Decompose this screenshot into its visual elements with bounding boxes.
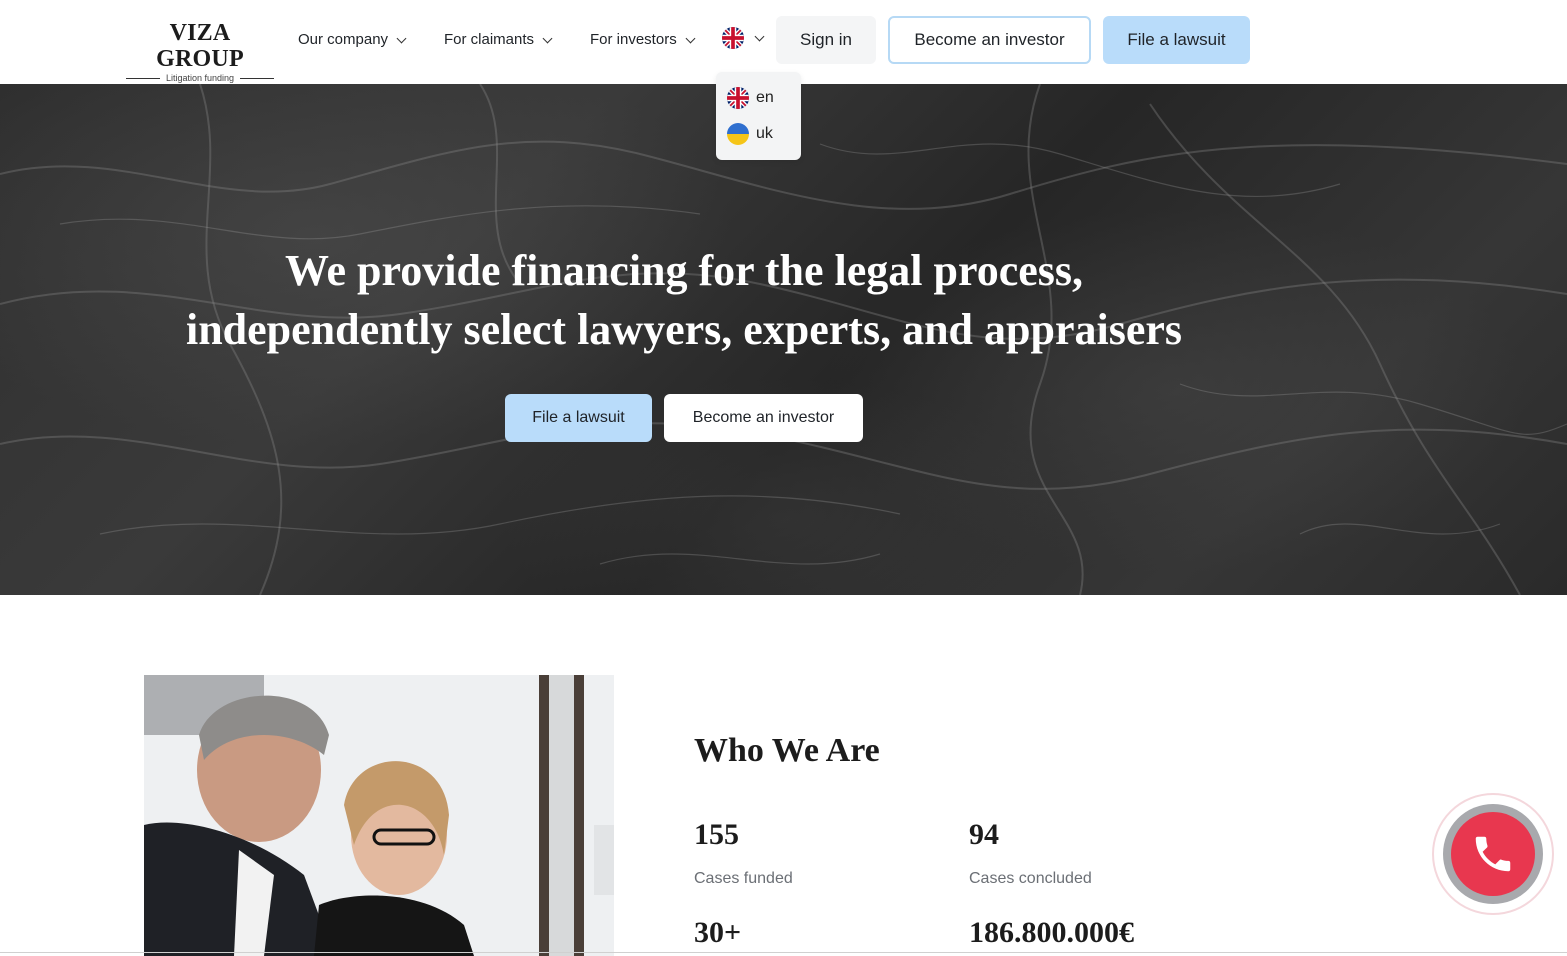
nav-for-claimants[interactable]: For claimants	[444, 30, 553, 50]
chevron-down-icon	[542, 33, 553, 43]
flag-gb-icon	[727, 87, 749, 109]
become-investor-button[interactable]: Become an investor	[888, 16, 1091, 64]
hero-file-lawsuit-button[interactable]: File a lawsuit	[505, 394, 652, 442]
logo-subtitle: Litigation funding	[126, 73, 274, 83]
logo-title: VIZA GROUP	[156, 20, 244, 72]
stat-label: Cases funded	[694, 870, 793, 887]
stat-label: Cases concluded	[969, 870, 1092, 887]
call-button-ring	[1443, 804, 1543, 904]
flag-ua-icon	[727, 123, 749, 145]
language-selector[interactable]	[722, 27, 765, 49]
phone-icon	[1475, 836, 1511, 872]
language-dropdown: en uk	[716, 72, 801, 160]
language-option-uk[interactable]: uk	[727, 123, 773, 145]
nav-for-claimants-label: For claimants	[444, 31, 535, 48]
hero-section: We provide financing for the legal proce…	[0, 84, 1567, 595]
language-option-en[interactable]: en	[727, 87, 774, 109]
nav-our-company[interactable]: Our company	[298, 30, 407, 50]
file-lawsuit-button[interactable]: File a lawsuit	[1103, 16, 1250, 64]
nav-our-company-label: Our company	[298, 31, 389, 48]
stat-value: 186.800.000€	[969, 916, 1134, 949]
chevron-down-icon	[396, 33, 407, 43]
language-option-label: en	[756, 89, 774, 106]
logo[interactable]: VIZA GROUP Litigation funding	[126, 20, 274, 83]
nav-for-investors[interactable]: For investors	[590, 30, 696, 50]
hero-title-line1: We provide financing for the legal proce…	[284, 246, 1084, 295]
call-button[interactable]	[1432, 793, 1554, 915]
chevron-down-icon	[754, 31, 765, 41]
call-button-core	[1451, 812, 1535, 896]
team-photo	[144, 675, 614, 956]
language-option-label: uk	[756, 125, 773, 142]
hero-title-line2: independently select lawyers, experts, a…	[185, 305, 1183, 354]
sign-in-button[interactable]: Sign in	[776, 16, 876, 64]
stat-value: 94	[969, 818, 999, 851]
stat-value: 30+	[694, 916, 742, 949]
stat-value: 155	[694, 818, 739, 851]
nav-for-investors-label: For investors	[590, 31, 677, 48]
hero-become-investor-button[interactable]: Become an investor	[664, 394, 863, 442]
hero-title: We provide financing for the legal proce…	[0, 241, 1368, 359]
flag-gb-icon	[722, 27, 744, 49]
chevron-down-icon	[685, 33, 696, 43]
section-title: Who We Are	[694, 732, 880, 769]
page-divider	[0, 952, 1567, 953]
